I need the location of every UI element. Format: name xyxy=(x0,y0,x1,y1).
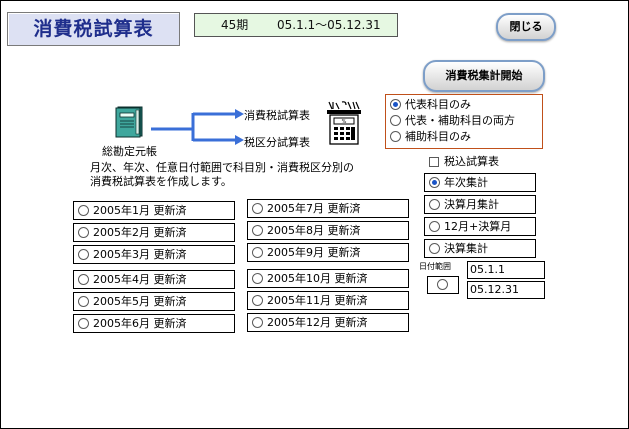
radio-icon xyxy=(252,203,263,214)
close-button[interactable]: 閉じる xyxy=(496,13,556,41)
month-button-1[interactable]: 2005年1月 更新済 xyxy=(73,201,235,220)
month-button-3[interactable]: 2005年3月 更新済 xyxy=(73,245,235,264)
subject-option-representative[interactable]: 代表科目のみ xyxy=(390,97,471,113)
period-range: 05.1.1～05.12.31 xyxy=(277,18,381,32)
flow-arrows xyxy=(149,105,245,149)
subject-option-group: 代表科目のみ 代表・補助科目の両方 補助科目のみ xyxy=(385,94,543,149)
date-to-field[interactable]: 05.12.31 xyxy=(467,281,545,299)
date-range-radio[interactable] xyxy=(427,276,459,294)
radio-icon xyxy=(252,225,263,236)
month-button-6[interactable]: 2005年6月 更新済 xyxy=(73,314,235,333)
period-display: 45期 05.1.1～05.12.31 xyxy=(194,13,398,37)
taxman-calculator-icon: % xyxy=(326,100,362,146)
radio-selected-icon xyxy=(429,177,440,188)
subject-option-both[interactable]: 代表・補助科目の両方 xyxy=(390,113,515,129)
radio-icon xyxy=(78,296,89,307)
period-option-closing[interactable]: 決算集計 xyxy=(424,239,536,258)
start-aggregation-button[interactable]: 消費税集計開始 xyxy=(423,60,545,92)
description-line-2: 消費税試算表を作成します。 xyxy=(90,175,232,188)
month-button-11[interactable]: 2005年11月 更新済 xyxy=(247,291,409,310)
period-option-annual[interactable]: 年次集計 xyxy=(424,173,536,192)
date-from-field[interactable]: 05.1.1 xyxy=(467,261,545,279)
month-button-9[interactable]: 2005年9月 更新済 xyxy=(247,243,409,262)
radio-icon xyxy=(390,131,401,142)
month-button-4[interactable]: 2005年4月 更新済 xyxy=(73,270,235,289)
svg-text:%: % xyxy=(342,119,347,125)
subject-option-sub[interactable]: 補助科目のみ xyxy=(390,129,471,145)
window: 消費税試算表 45期 05.1.1～05.12.31 閉じる 消費税集計開始 総… xyxy=(0,0,629,429)
period-number: 45期 xyxy=(221,18,249,32)
radio-icon xyxy=(78,274,89,285)
radio-icon xyxy=(78,249,89,260)
output-label-consumption-tax: 消費税試算表 xyxy=(244,109,310,122)
ledger-book-icon xyxy=(113,106,145,138)
tax-included-checkbox[interactable]: 税込試算表 xyxy=(429,155,499,169)
month-button-5[interactable]: 2005年5月 更新済 xyxy=(73,292,235,311)
radio-icon xyxy=(78,205,89,216)
radio-selected-icon xyxy=(390,99,401,110)
radio-icon xyxy=(437,279,448,290)
description-line-1: 月次、年次、任意日付範囲で科目別・消費税区分別の xyxy=(90,161,354,174)
month-button-8[interactable]: 2005年8月 更新済 xyxy=(247,221,409,240)
page-title: 消費税試算表 xyxy=(7,12,180,46)
radio-icon xyxy=(429,199,440,210)
month-button-2[interactable]: 2005年2月 更新済 xyxy=(73,223,235,242)
radio-icon xyxy=(252,247,263,258)
output-label-tax-category: 税区分試算表 xyxy=(244,136,310,149)
radio-icon xyxy=(78,318,89,329)
radio-icon xyxy=(252,273,263,284)
radio-icon xyxy=(429,221,440,232)
radio-icon xyxy=(252,295,263,306)
radio-icon xyxy=(252,317,263,328)
checkbox-icon xyxy=(429,157,439,167)
month-button-7[interactable]: 2005年7月 更新済 xyxy=(247,199,409,218)
date-range-label: 日付範囲 xyxy=(419,262,451,271)
month-button-12[interactable]: 2005年12月 更新済 xyxy=(247,313,409,332)
description-text: 月次、年次、任意日付範囲で科目別・消費税区分別の 消費税試算表を作成します。 xyxy=(90,161,354,189)
radio-icon xyxy=(78,227,89,238)
period-option-december-plus-closing[interactable]: 12月+決算月 xyxy=(424,217,536,236)
radio-icon xyxy=(429,243,440,254)
period-option-closing-month[interactable]: 決算月集計 xyxy=(424,195,536,214)
radio-icon xyxy=(390,115,401,126)
month-button-10[interactable]: 2005年10月 更新済 xyxy=(247,269,409,288)
